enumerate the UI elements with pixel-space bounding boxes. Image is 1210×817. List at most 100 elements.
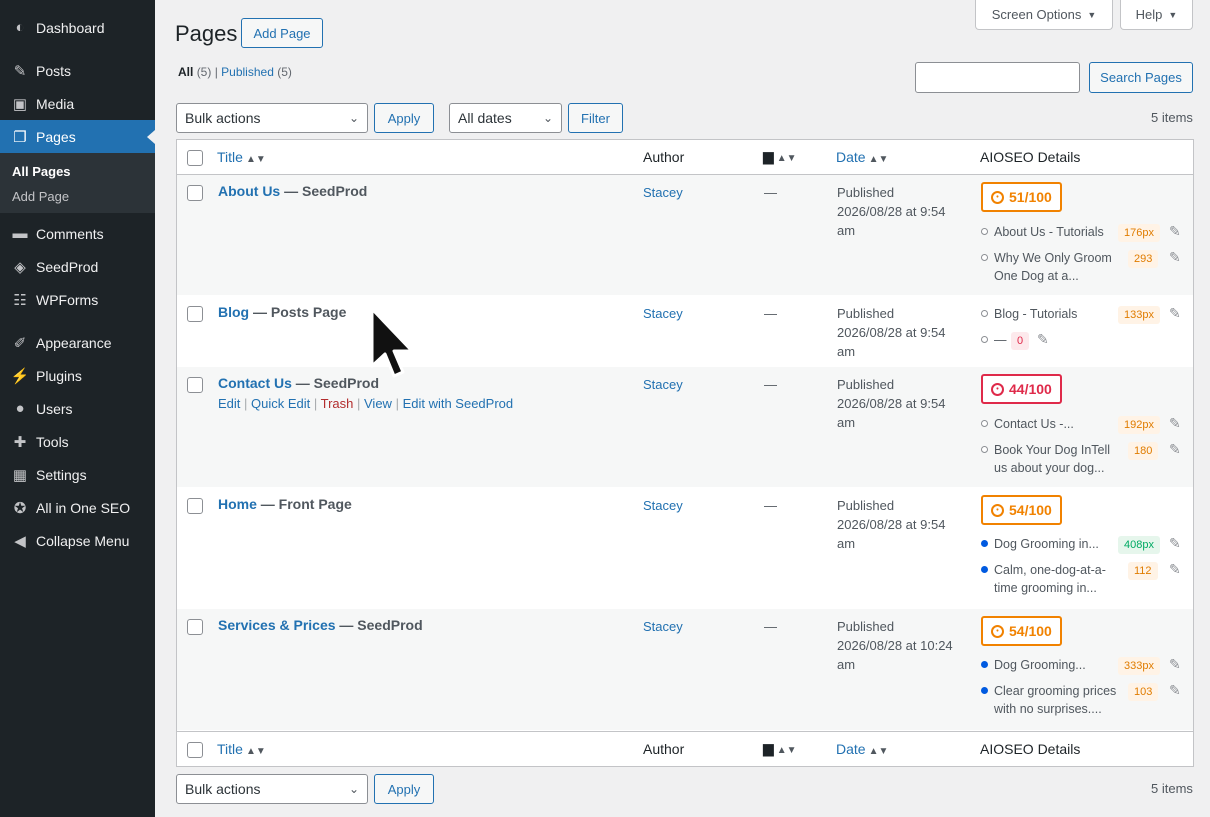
sort-icon: ▲▼ — [245, 154, 266, 165]
author-link[interactable]: Stacey — [643, 498, 683, 513]
pencil-icon[interactable]: ✎ — [1169, 249, 1181, 266]
edit-link[interactable]: Edit — [218, 396, 240, 411]
date-status: Published — [837, 498, 895, 513]
comment-count: — — [764, 185, 777, 200]
caret-down-icon: ▼ — [1168, 9, 1178, 20]
brush-icon: ✐ — [13, 334, 27, 352]
comment-icon: ▬ — [12, 225, 28, 242]
date-status: Published — [837, 306, 895, 321]
pencil-icon[interactable]: ✎ — [1037, 331, 1049, 348]
trash-link[interactable]: Trash — [321, 396, 354, 411]
seo-description-line: Book Your Dog InTell us about your dog..… — [981, 441, 1189, 481]
col-title[interactable]: Title ▲▼ — [217, 149, 266, 165]
col-aioseo: AIOSEO Details — [980, 149, 1081, 165]
menu-item-aioseo[interactable]: ✪ All in One SEO — [0, 491, 155, 524]
pencil-icon[interactable]: ✎ — [1169, 561, 1181, 578]
pencil-icon[interactable]: ✎ — [1169, 535, 1181, 552]
bulk-actions-select[interactable]: Bulk actions ⌄ — [176, 103, 368, 133]
apply-button-bottom[interactable]: Apply — [374, 774, 434, 804]
quick-edit-link[interactable]: Quick Edit — [251, 396, 310, 411]
menu-item-collapse[interactable]: ◀ Collapse Menu — [0, 524, 155, 557]
menu-label: All in One SEO — [36, 499, 131, 516]
pencil-icon[interactable]: ✎ — [1169, 682, 1181, 699]
filter-all-link[interactable]: All — [178, 65, 193, 79]
length-badge: 333px — [1118, 657, 1160, 675]
screen-options-label: Screen Options — [991, 7, 1082, 22]
collapse-icon: ◀ — [14, 532, 26, 550]
col-title-label: Title — [217, 741, 243, 757]
row-title-link[interactable]: Blog — [218, 304, 249, 320]
author-link[interactable]: Stacey — [643, 377, 683, 392]
menu-item-dashboard[interactable]: ◐ Dashboard — [0, 11, 155, 44]
menu-item-pages[interactable]: ❐ Pages — [0, 120, 155, 153]
author-link[interactable]: Stacey — [643, 619, 683, 634]
add-page-button[interactable]: Add Page — [241, 18, 323, 48]
row-title-link[interactable]: Home — [218, 496, 257, 512]
pages-icon: ❐ — [13, 128, 27, 146]
search-pages-button[interactable]: Search Pages — [1089, 62, 1193, 93]
filter-button[interactable]: Filter — [568, 103, 623, 133]
submenu-all-pages[interactable]: All Pages — [0, 159, 155, 184]
length-badge: 408px — [1118, 536, 1160, 554]
screen-options-button[interactable]: Screen Options ▼ — [975, 0, 1113, 30]
apply-button[interactable]: Apply — [374, 103, 434, 133]
page-title: Pages — [175, 21, 238, 46]
select-all-checkbox[interactable] — [187, 150, 203, 166]
author-link[interactable]: Stacey — [643, 185, 683, 200]
score-gauge-icon: • — [991, 503, 1004, 517]
pencil-icon[interactable]: ✎ — [1169, 656, 1181, 673]
filter-published-link[interactable]: Published — [221, 65, 274, 79]
pencil-icon[interactable]: ✎ — [1169, 305, 1181, 322]
view-link[interactable]: View — [364, 396, 392, 411]
menu-item-plugins[interactable]: ⚡ Plugins — [0, 359, 155, 392]
menu-item-appearance[interactable]: ✐ Appearance — [0, 326, 155, 359]
row-checkbox[interactable] — [187, 498, 203, 514]
menu-item-settings[interactable]: ▦ Settings — [0, 458, 155, 491]
menu-item-posts[interactable]: ✎ Posts — [0, 54, 155, 87]
menu-item-comments[interactable]: ▬ Comments — [0, 217, 155, 250]
select-all-checkbox[interactable] — [187, 742, 203, 758]
pencil-icon[interactable]: ✎ — [1169, 223, 1181, 240]
pencil-icon[interactable]: ✎ — [1169, 441, 1181, 458]
wpforms-icon: ☷ — [13, 291, 27, 309]
col-date[interactable]: Date ▲▼ — [836, 741, 888, 757]
col-date[interactable]: Date ▲▼ — [836, 149, 888, 165]
col-title[interactable]: Title ▲▼ — [217, 741, 266, 757]
date-value: 2026/08/28 at 9:54 am — [837, 517, 946, 551]
row-checkbox[interactable] — [187, 377, 203, 393]
search-input[interactable] — [915, 62, 1080, 93]
pencil-icon[interactable]: ✎ — [1169, 415, 1181, 432]
row-title-link[interactable]: Services & Prices — [218, 617, 336, 633]
author-link[interactable]: Stacey — [643, 306, 683, 321]
col-comments[interactable]: ▆ ▲▼ — [763, 148, 797, 165]
length-badge: 133px — [1118, 306, 1160, 324]
row-title-link[interactable]: About Us — [218, 183, 280, 199]
menu-item-wpforms[interactable]: ☷ WPForms — [0, 283, 155, 316]
pages-submenu: All Pages Add Page — [0, 153, 155, 213]
menu-label: WPForms — [36, 291, 99, 308]
filter-published-count: (5) — [277, 65, 292, 79]
menu-item-seedprod[interactable]: ◈ SeedProd — [0, 250, 155, 283]
row-checkbox[interactable] — [187, 619, 203, 635]
dates-select[interactable]: All dates ⌄ — [449, 103, 562, 133]
row-checkbox[interactable] — [187, 306, 203, 322]
mouse-pointer-icon — [370, 307, 414, 378]
score-gauge-icon: • — [991, 382, 1004, 396]
bulk-actions-select-bottom[interactable]: Bulk actions ⌄ — [176, 774, 368, 804]
menu-item-media[interactable]: ▣ Media — [0, 87, 155, 120]
menu-item-tools[interactable]: ✚ Tools — [0, 425, 155, 458]
edit-with-seedprod-link[interactable]: Edit with SeedProd — [403, 396, 514, 411]
row-checkbox[interactable] — [187, 185, 203, 201]
help-button[interactable]: Help ▼ — [1120, 0, 1193, 30]
length-badge: 0 — [1011, 332, 1030, 350]
menu-label: Comments — [36, 225, 104, 242]
row-title-link[interactable]: Contact Us — [218, 375, 292, 391]
table-header-row: Title ▲▼ Author ▆ ▲▼ Date ▲▼ AIOSEO Details — [177, 140, 1193, 175]
date-status: Published — [837, 377, 895, 392]
col-comments[interactable]: ▆ ▲▼ — [763, 740, 797, 757]
date-value: 2026/08/28 at 9:54 am — [837, 204, 946, 238]
seo-title-text: Dog Grooming in... — [994, 537, 1099, 551]
menu-item-users[interactable]: ● Users — [0, 392, 155, 425]
status-dot-icon — [981, 540, 988, 547]
submenu-add-page[interactable]: Add Page — [0, 184, 155, 209]
